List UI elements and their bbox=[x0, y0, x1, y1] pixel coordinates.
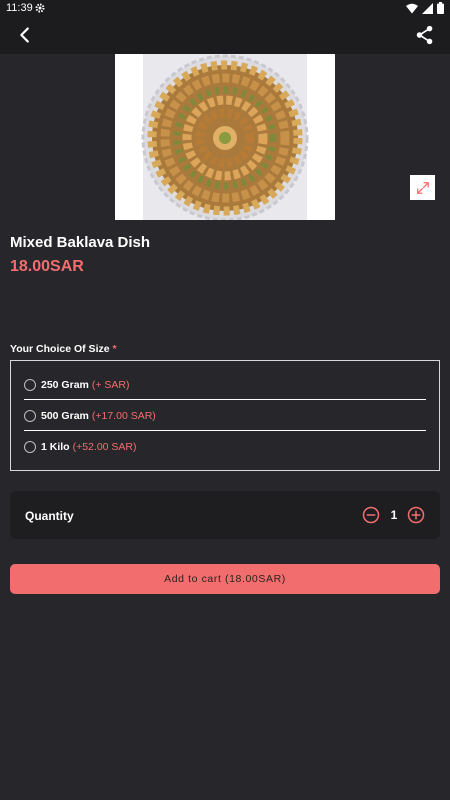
add-to-cart-button[interactable]: Add to cart (18.00SAR) bbox=[10, 564, 440, 594]
quantity-label: Quantity bbox=[25, 509, 74, 523]
size-title-text: Your Choice Of Size bbox=[10, 343, 110, 355]
gear-icon bbox=[35, 3, 45, 13]
option-price-extra: (+17.00 SAR) bbox=[91, 409, 156, 422]
baklava-tray-image bbox=[115, 54, 335, 220]
back-button[interactable] bbox=[14, 24, 36, 46]
radio-button[interactable] bbox=[24, 378, 36, 391]
quantity-value: 1 bbox=[390, 508, 398, 522]
product-name: Mixed Baklava Dish bbox=[10, 234, 151, 251]
plus-circle-icon[interactable] bbox=[407, 506, 425, 524]
app-bar bbox=[0, 16, 450, 54]
required-mark: * bbox=[112, 343, 117, 355]
status-indicators bbox=[406, 2, 444, 14]
size-option-1-kilo[interactable]: 1 Kilo (+52.00 SAR) bbox=[24, 432, 426, 462]
size-options-box: 250 Gram (+ SAR) 500 Gram (+17.00 SAR) 1… bbox=[10, 360, 440, 471]
product-image[interactable] bbox=[115, 54, 335, 220]
status-time: 11:39 bbox=[6, 2, 33, 14]
option-label: 250 Gram bbox=[41, 378, 89, 391]
status-bar: 11:39 bbox=[0, 0, 450, 16]
option-price-extra: (+52.00 SAR) bbox=[72, 441, 137, 453]
size-section-title: Your Choice Of Size * bbox=[10, 343, 117, 355]
battery-icon bbox=[437, 2, 444, 14]
radio-button[interactable] bbox=[24, 441, 36, 453]
size-option-500-gram[interactable]: 500 Gram (+17.00 SAR) bbox=[24, 401, 426, 431]
wifi-icon bbox=[406, 3, 418, 13]
expand-icon bbox=[416, 181, 429, 194]
option-price-extra: (+ SAR) bbox=[91, 378, 130, 391]
expand-image-button[interactable] bbox=[410, 175, 435, 200]
product-price: 18.00SAR bbox=[10, 258, 84, 275]
option-label: 1 Kilo bbox=[41, 441, 70, 453]
size-option-250-gram[interactable]: 250 Gram (+ SAR) bbox=[24, 370, 426, 400]
minus-circle-icon[interactable] bbox=[362, 506, 380, 524]
share-button[interactable] bbox=[414, 24, 436, 46]
radio-button[interactable] bbox=[24, 409, 36, 422]
quantity-card: Quantity 1 bbox=[10, 491, 440, 539]
signal-icon bbox=[422, 2, 433, 14]
option-label: 500 Gram bbox=[41, 409, 89, 422]
